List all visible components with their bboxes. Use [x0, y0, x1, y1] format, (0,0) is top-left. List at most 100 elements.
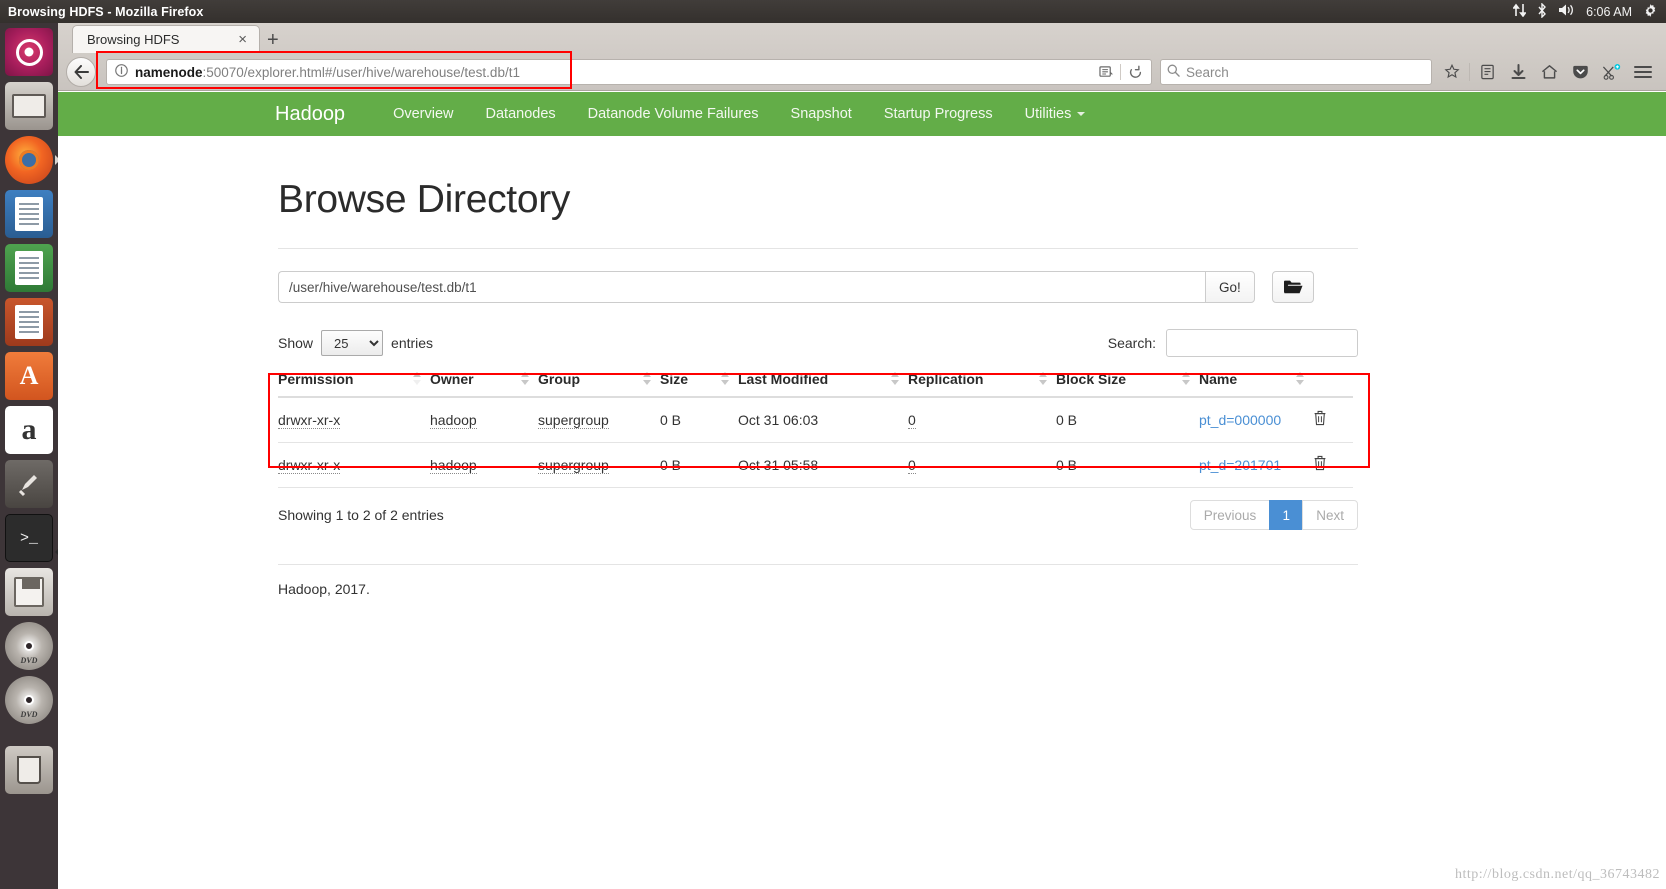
- column-header-permission-label: Permission: [278, 371, 354, 387]
- bookmark-star-icon[interactable]: [1436, 57, 1467, 87]
- ubuntu-software-icon[interactable]: A: [5, 352, 53, 400]
- folder-icon[interactable]: [1271, 271, 1314, 303]
- permission-value[interactable]: drwxr-xr-x: [278, 412, 341, 429]
- go-button[interactable]: Go!: [1205, 271, 1255, 303]
- page-title: Browse Directory: [278, 178, 571, 221]
- bluetooth-icon[interactable]: [1537, 2, 1547, 21]
- close-icon[interactable]: ×: [234, 31, 251, 48]
- hamburger-menu-icon[interactable]: [1627, 57, 1658, 87]
- nav-item-utilities[interactable]: Utilities: [1009, 106, 1102, 122]
- table-info-text: Showing 1 to 2 of 2 entries: [278, 507, 444, 523]
- amazon-icon[interactable]: a: [5, 406, 53, 454]
- dvd-drive-icon-2[interactable]: DVD: [5, 676, 53, 724]
- terminal-icon[interactable]: >_: [5, 514, 53, 562]
- browser-tab[interactable]: Browsing HDFS ×: [72, 25, 260, 53]
- group-value[interactable]: supergroup: [538, 412, 609, 429]
- column-header-permission[interactable]: Permission: [278, 371, 430, 398]
- pagination-page-1[interactable]: 1: [1269, 500, 1304, 530]
- table-controls: Show 25 50 100 entries Search:: [278, 329, 1358, 357]
- cell-size: 0 B: [660, 442, 738, 488]
- nav-item-startup-progress[interactable]: Startup Progress: [868, 106, 1009, 122]
- cell-group: supergroup: [538, 442, 660, 488]
- table-header-row: Permission Owner Group Size Last Modifie…: [278, 371, 1353, 398]
- url-bar[interactable]: namenode:50070/explorer.html#/user/hive/…: [106, 59, 1152, 85]
- screenshot-icon[interactable]: [1596, 57, 1627, 87]
- pagination-previous[interactable]: Previous: [1189, 500, 1271, 530]
- nav-item-overview[interactable]: Overview: [377, 106, 469, 122]
- tab-strip: Browsing HDFS × +: [58, 23, 1666, 53]
- firefox-icon[interactable]: [5, 136, 53, 184]
- pagination-next[interactable]: Next: [1302, 500, 1358, 530]
- page-length-select[interactable]: 25 50 100: [321, 330, 384, 356]
- url-text: namenode:50070/explorer.html#/user/hive/…: [135, 65, 1092, 80]
- file-listing-table: Permission Owner Group Size Last Modifie…: [278, 371, 1353, 488]
- file-name-link[interactable]: pt_d=000000: [1199, 412, 1281, 428]
- window-titlebar: Browsing HDFS - Mozilla Firefox 6:06 AM: [0, 0, 1666, 23]
- reader-mode-icon[interactable]: [1092, 60, 1120, 84]
- permission-value[interactable]: drwxr-xr-x: [278, 457, 341, 474]
- page-content: Hadoop Overview Datanodes Datanode Volum…: [58, 92, 1666, 889]
- column-header-size[interactable]: Size: [660, 371, 738, 398]
- reload-icon[interactable]: [1121, 60, 1149, 84]
- column-header-owner[interactable]: Owner: [430, 371, 538, 398]
- library-icon[interactable]: [1472, 57, 1503, 87]
- back-button[interactable]: [66, 57, 96, 87]
- site-info-icon[interactable]: [115, 64, 128, 80]
- network-updown-icon[interactable]: [1512, 3, 1528, 20]
- cell-name: pt_d=201701: [1199, 442, 1313, 488]
- cell-size: 0 B: [660, 397, 738, 443]
- replication-value[interactable]: 0: [908, 412, 916, 429]
- libreoffice-calc-icon[interactable]: [5, 244, 53, 292]
- volume-icon[interactable]: [1558, 3, 1575, 20]
- dvd-label: DVD: [20, 656, 38, 665]
- dvd-drive-icon[interactable]: DVD: [5, 622, 53, 670]
- column-header-replication-label: Replication: [908, 371, 984, 387]
- hadoop-brand[interactable]: Hadoop: [275, 103, 345, 126]
- libreoffice-impress-icon[interactable]: [5, 298, 53, 346]
- sort-icon-name: [1296, 372, 1305, 385]
- nav-item-datanodes[interactable]: Datanodes: [470, 106, 572, 122]
- group-value[interactable]: supergroup: [538, 457, 609, 474]
- copyright-text: Hadoop, 2017.: [278, 581, 370, 597]
- main-container: Browse Directory Go! Show 25 50 100 entr…: [278, 136, 1358, 597]
- trash-icon[interactable]: [1313, 455, 1327, 475]
- save-disk-icon[interactable]: [5, 568, 53, 616]
- column-header-group[interactable]: Group: [538, 371, 660, 398]
- table-header: Permission Owner Group Size Last Modifie…: [278, 371, 1353, 398]
- trash-icon[interactable]: [1313, 410, 1327, 430]
- table-search-input[interactable]: [1166, 329, 1358, 357]
- column-header-name[interactable]: Name: [1199, 371, 1313, 398]
- column-header-block-size[interactable]: Block Size: [1056, 371, 1199, 398]
- column-header-last-modified[interactable]: Last Modified: [738, 371, 908, 398]
- nav-item-datanode-volume-failures[interactable]: Datanode Volume Failures: [572, 106, 775, 122]
- table-footer: Showing 1 to 2 of 2 entries Previous 1 N…: [278, 500, 1358, 530]
- trash-icon[interactable]: [5, 746, 53, 794]
- system-tray: 6:06 AM: [1512, 2, 1666, 21]
- downloads-icon[interactable]: [1503, 57, 1534, 87]
- new-tab-button[interactable]: +: [267, 30, 279, 53]
- owner-value[interactable]: hadoop: [430, 412, 477, 429]
- nav-item-snapshot[interactable]: Snapshot: [775, 106, 868, 122]
- file-name-link[interactable]: pt_d=201701: [1199, 457, 1281, 473]
- clock-label[interactable]: 6:06 AM: [1586, 5, 1632, 19]
- cell-group: supergroup: [538, 397, 660, 443]
- files-icon[interactable]: [5, 82, 53, 130]
- gear-icon[interactable]: [1643, 3, 1658, 21]
- owner-value[interactable]: hadoop: [430, 457, 477, 474]
- path-input-group: Go!: [278, 271, 1255, 303]
- cell-last-modified: Oct 31 06:03: [738, 397, 908, 443]
- path-input[interactable]: [278, 271, 1205, 303]
- system-settings-icon[interactable]: [5, 460, 53, 508]
- browser-search-bar[interactable]: Search: [1160, 59, 1432, 85]
- column-header-group-label: Group: [538, 371, 580, 387]
- url-host: namenode: [135, 64, 203, 80]
- cell-block-size: 0 B: [1056, 397, 1199, 443]
- ubuntu-dash-icon[interactable]: [5, 28, 53, 76]
- libreoffice-writer-icon[interactable]: [5, 190, 53, 238]
- sort-icon-group: [643, 372, 652, 385]
- pocket-icon[interactable]: [1565, 57, 1596, 87]
- home-icon[interactable]: [1534, 57, 1565, 87]
- column-header-replication[interactable]: Replication: [908, 371, 1056, 398]
- show-label: Show: [278, 335, 314, 351]
- replication-value[interactable]: 0: [908, 457, 916, 474]
